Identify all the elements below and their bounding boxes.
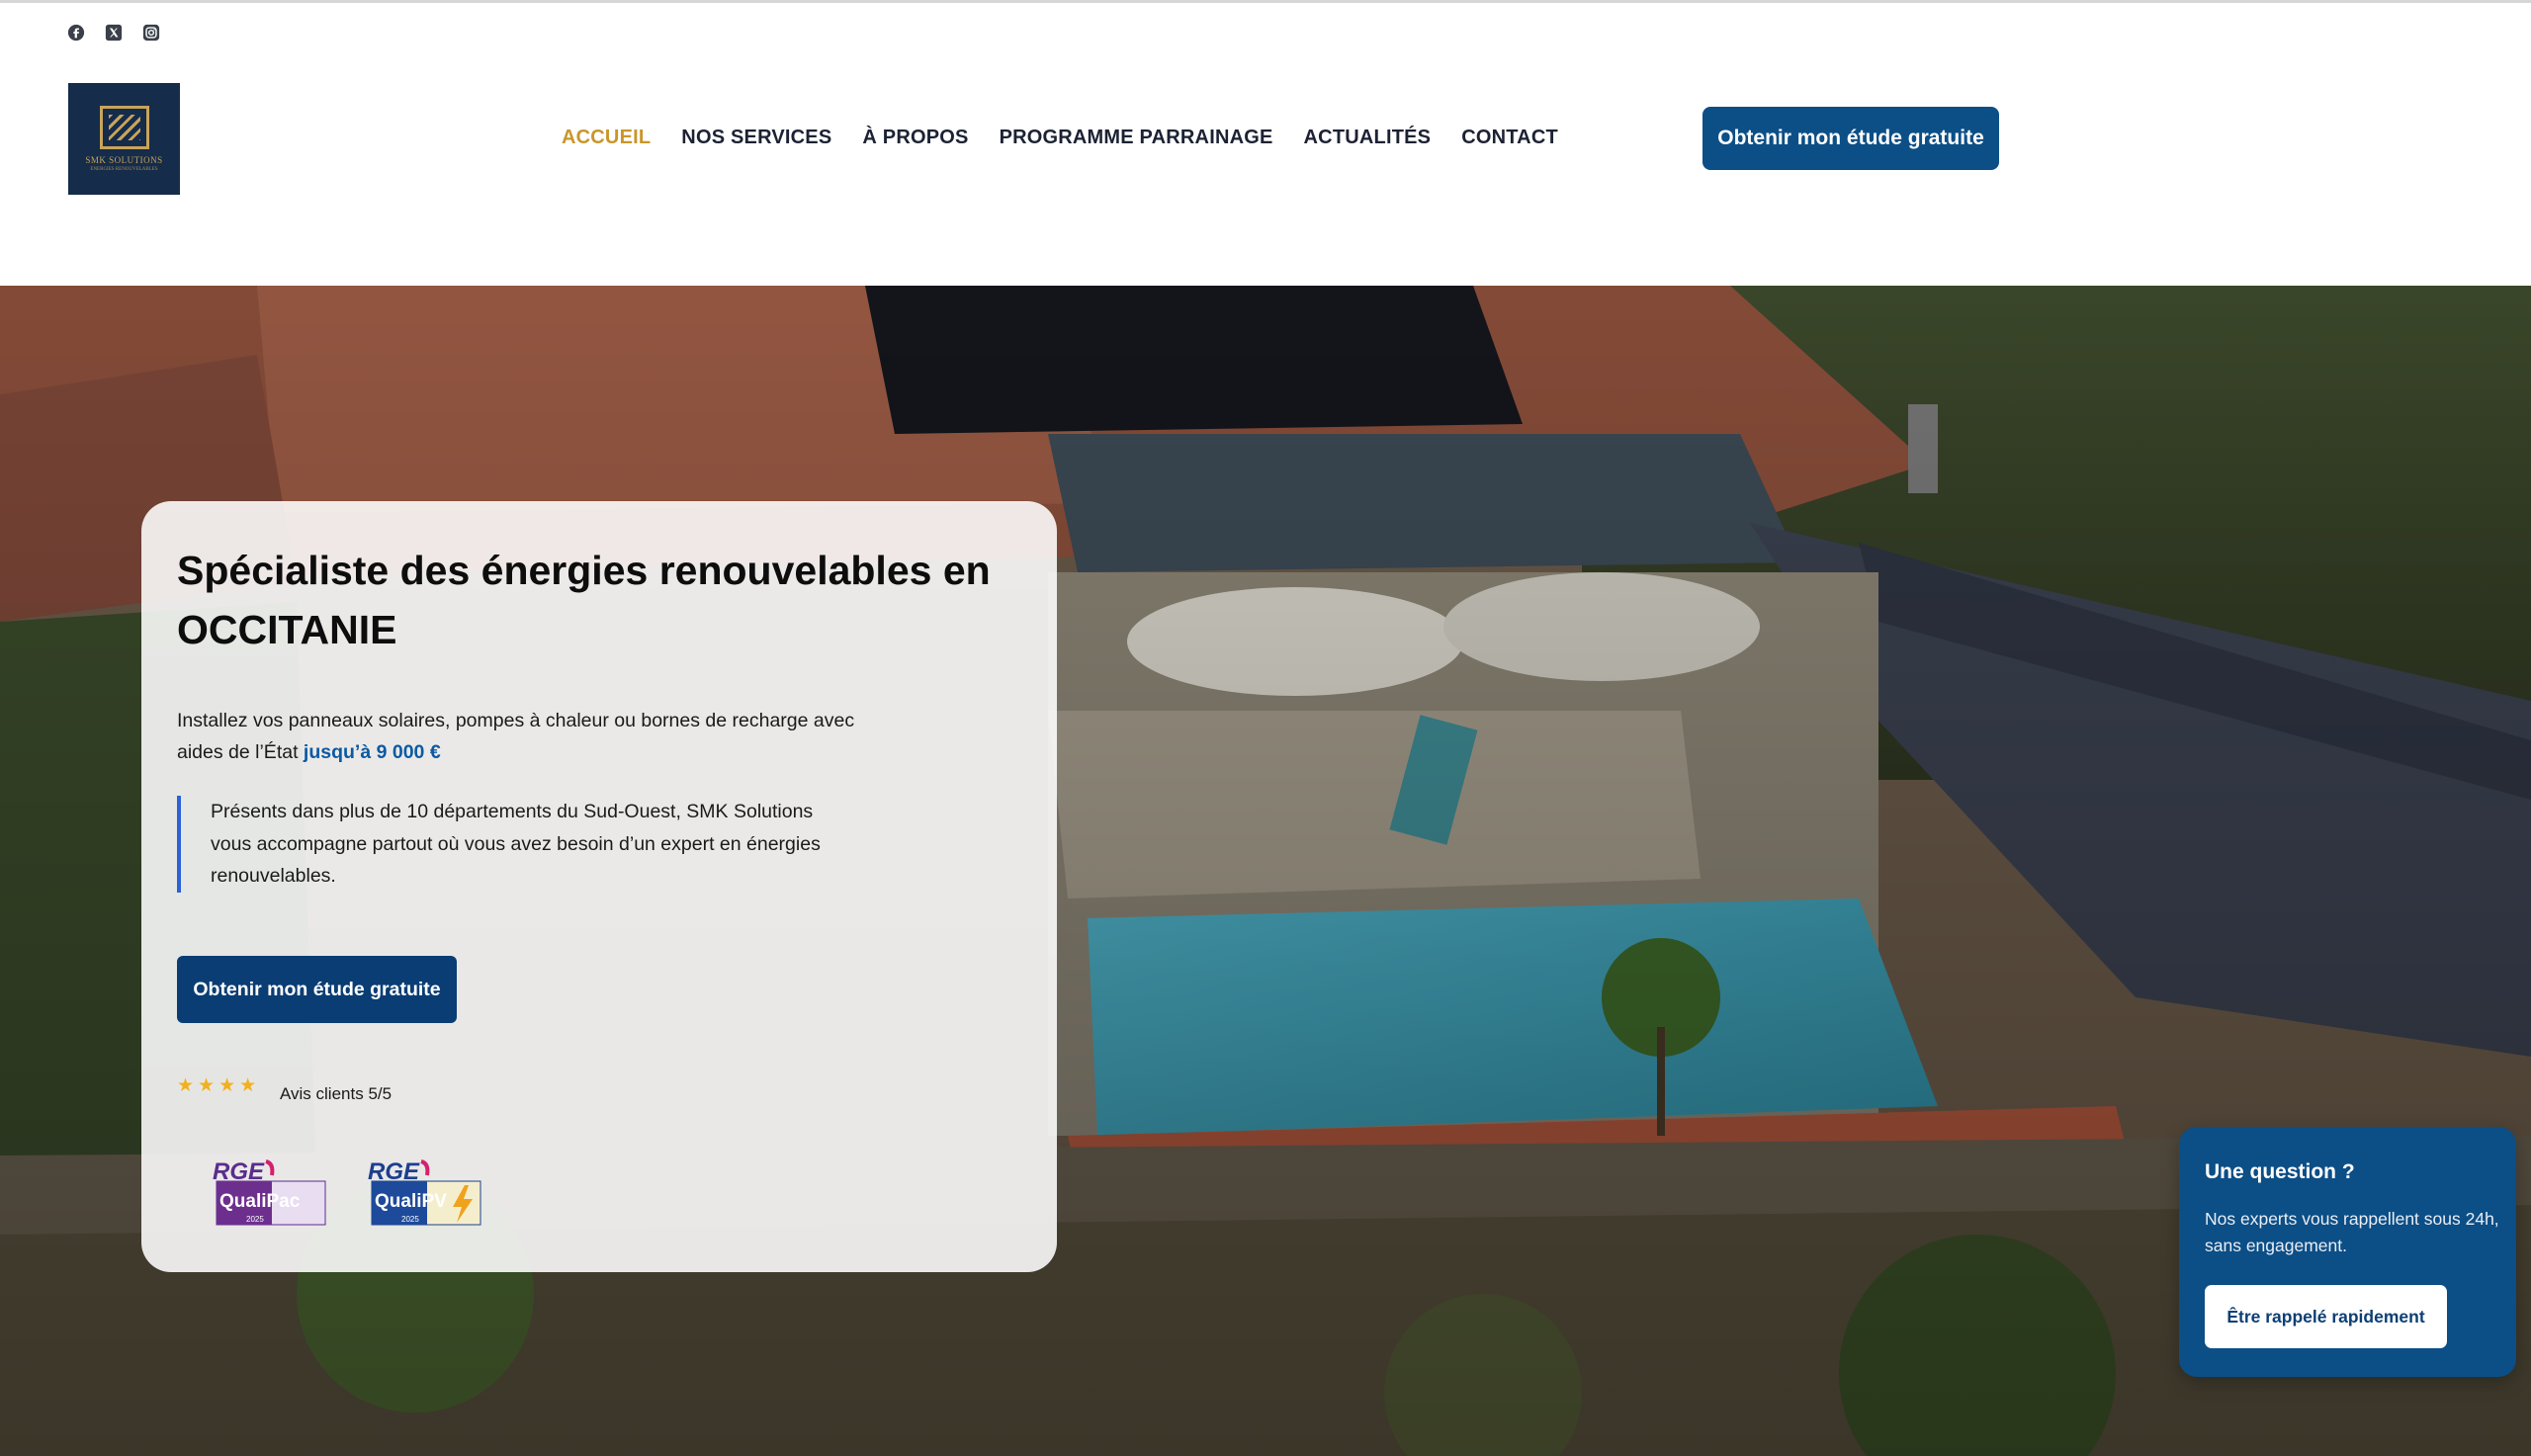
x-twitter-icon[interactable] (105, 24, 123, 42)
logo-text: SMK SOLUTIONS (85, 155, 163, 165)
hero-description: Installez vos panneaux solaires, pompes … (177, 705, 869, 768)
nav-item-a-propos[interactable]: À PROPOS (862, 127, 968, 149)
badge-year-text: 2025 (246, 1215, 264, 1224)
hero-quote: Présents dans plus de 10 départements du… (177, 796, 849, 893)
instagram-icon[interactable] (142, 24, 160, 42)
star-icon: ★ (218, 1075, 236, 1096)
popup-text: Nos experts vous rappellent sous 24h, sa… (2205, 1209, 2499, 1255)
star-icon: ★ (177, 1075, 195, 1096)
nav-item-actualites[interactable]: ACTUALITÉS (1304, 127, 1432, 149)
facebook-icon[interactable] (67, 24, 85, 42)
rge-qualipac-badge: RGE QualiPac 2025 (211, 1154, 329, 1229)
badge-name-text: QualiPV (375, 1191, 447, 1212)
aid-amount-highlight: jusqu’à 9 000 € (303, 741, 441, 763)
rating-label: Avis clients 5/5 (280, 1084, 393, 1103)
star-icon: ★ (239, 1075, 257, 1096)
main-nav: ACCUEIL NOS SERVICES À PROPOS PROGRAMME … (562, 127, 1558, 149)
social-links (67, 24, 160, 42)
logo-subtext: ÉNERGIES RENOUVELABLES (90, 167, 158, 172)
hero-title: Spécialiste des énergies renouvelables e… (177, 548, 991, 652)
badge-name-text: QualiPac (219, 1191, 301, 1212)
popup-title: Une question ? (2205, 1160, 2355, 1183)
company-logo[interactable]: SMK SOLUTIONS ÉNERGIES RENOUVELABLES (68, 83, 180, 195)
hero-description-text: Installez vos panneaux solaires, pompes … (177, 710, 855, 763)
nav-item-accueil[interactable]: ACCUEIL (562, 127, 651, 149)
callback-button[interactable]: Être rappelé rapidement (2205, 1285, 2447, 1348)
rating-stars: ★ ★ ★ ★ (177, 1076, 256, 1096)
nav-item-contact[interactable]: CONTACT (1461, 127, 1558, 149)
star-icon: ★ (198, 1075, 216, 1096)
badge-year-text: 2025 (401, 1215, 419, 1224)
hero-card: Spécialiste des énergies renouvelables e… (141, 501, 1057, 1272)
header-study-button[interactable]: Obtenir mon étude gratuite (1702, 107, 1999, 170)
callback-popup: Une question ? Nos experts vous rappelle… (2179, 1127, 2516, 1377)
nav-item-nos-services[interactable]: NOS SERVICES (681, 127, 831, 149)
logo-house-icon (99, 106, 149, 149)
rge-qualipv-badge: RGE QualiPV 2025 (366, 1154, 484, 1229)
top-border (0, 0, 2531, 3)
nav-item-programme-parrainage[interactable]: PROGRAMME PARRAINAGE (1000, 127, 1273, 149)
hero-study-button[interactable]: Obtenir mon étude gratuite (177, 956, 457, 1023)
